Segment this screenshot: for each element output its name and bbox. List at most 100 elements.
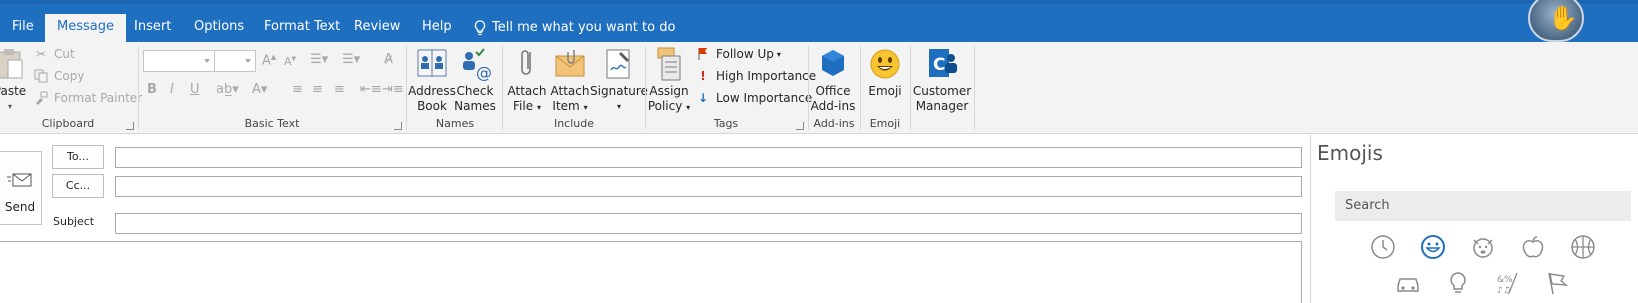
tab-insert[interactable]: Insert [122, 14, 183, 42]
copy-icon [32, 68, 50, 84]
ribbon: Paste ▾ ✂ Cut Copy Format Painter Clipbo… [0, 42, 1638, 134]
align-center-icon[interactable]: ≡ [312, 82, 323, 97]
food-icon[interactable] [1519, 233, 1547, 261]
cc-button[interactable]: Cc... [52, 174, 104, 198]
flag-icon [694, 46, 712, 62]
shrink-font-icon[interactable]: A▼ [284, 55, 296, 68]
increase-indent-icon[interactable]: ⇥≡ [382, 82, 404, 97]
tab-message[interactable]: Message [45, 14, 126, 42]
tags-dialog-launcher[interactable] [796, 122, 804, 130]
avatar[interactable]: ✋ [1528, 0, 1584, 42]
font-color-icon[interactable]: A▾ [252, 82, 267, 97]
group-separator [138, 46, 139, 130]
tab-options[interactable]: Options [182, 14, 256, 42]
car-icon[interactable] [1394, 269, 1422, 297]
high-importance-label: High Importance [716, 69, 817, 83]
attach-item-label-1: Attach [550, 84, 590, 98]
paste-label: Paste [0, 84, 27, 98]
cc-field[interactable] [115, 176, 1302, 197]
numbering-icon[interactable]: ☰▾ [342, 52, 360, 67]
low-importance-button[interactable]: ↓ Low Importance [694, 88, 812, 108]
hand-icon: ✋ [1548, 4, 1578, 32]
lightbulb-icon[interactable] [1444, 269, 1472, 297]
policy-icon [657, 47, 681, 81]
chevron-down-icon [245, 59, 251, 63]
check-names-button[interactable]: @ Check Names [452, 46, 498, 116]
copy-button[interactable]: Copy [32, 66, 84, 86]
customer-manager-icon: C [929, 49, 957, 77]
bold-icon[interactable]: B [147, 82, 157, 97]
chevron-down-icon: ▾ [776, 49, 781, 59]
decrease-indent-icon[interactable]: ⇤≡ [360, 82, 382, 97]
group-label-include: Include [553, 117, 595, 130]
svg-text:&%: &% [1497, 275, 1513, 285]
recent-icon[interactable] [1369, 233, 1397, 261]
highlight-icon[interactable]: ab̲▾ [216, 82, 239, 97]
clipboard-dialog-launcher[interactable] [126, 122, 134, 130]
flags-icon[interactable] [1544, 269, 1572, 297]
align-right-icon[interactable]: ≡ [334, 82, 345, 97]
to-button[interactable]: To... [52, 145, 104, 169]
sports-icon[interactable] [1569, 233, 1597, 261]
assign-policy-button[interactable]: Assign Policy ▾ [646, 46, 692, 116]
address-book-label-1: Address [408, 84, 456, 98]
office-addins-button[interactable]: Office Add-ins [810, 46, 856, 116]
exclamation-icon: ! [700, 69, 706, 83]
bullets-icon[interactable]: ☰▾ [310, 52, 328, 67]
format-painter-button[interactable]: Format Painter [32, 88, 142, 108]
address-book-label-2: Book [417, 99, 447, 113]
attach-item-label-2: Item ▾ [548, 99, 592, 115]
tab-help[interactable]: Help [410, 14, 464, 42]
cut-button[interactable]: ✂ Cut [32, 44, 75, 64]
follow-up-label: Follow Up [716, 47, 774, 61]
emoji-search-input[interactable]: Search [1335, 191, 1631, 221]
animal-icon[interactable] [1469, 233, 1497, 261]
send-button[interactable]: Send [0, 151, 42, 225]
basic-text-dialog-launcher[interactable] [394, 122, 402, 130]
align-left-icon[interactable]: ≡ [292, 82, 303, 97]
underline-icon[interactable]: U [190, 82, 200, 97]
emoji-button[interactable]: Emoji [862, 46, 908, 116]
message-body[interactable] [0, 241, 1302, 303]
assign-policy-label-2: Policy ▾ [646, 99, 692, 115]
tab-review[interactable]: Review [342, 14, 412, 42]
group-label-addins: Add-ins [813, 117, 855, 130]
symbols-icon[interactable]: &% ♪♫ [1494, 269, 1522, 297]
emoji-pane-title: Emojis [1317, 141, 1383, 165]
font-size-combo[interactable] [214, 50, 256, 72]
high-importance-button[interactable]: ! High Importance [694, 66, 816, 86]
group-separator [910, 46, 911, 130]
group-separator [406, 46, 407, 130]
smiley-icon[interactable] [1419, 233, 1447, 261]
group-label-clipboard: Clipboard [41, 117, 95, 130]
paste-button[interactable]: Paste ▾ [0, 46, 32, 116]
attach-item-label-2-text: Item [552, 99, 580, 113]
check-names-label-2: Names [454, 99, 496, 113]
signature-button[interactable]: Signature ▾ [590, 46, 648, 116]
smiley-icon [870, 49, 900, 79]
attach-file-button[interactable]: Attach File ▾ [505, 46, 549, 116]
address-book-button[interactable]: Address Book [408, 46, 456, 116]
follow-up-button[interactable]: Follow Up ▾ [694, 44, 781, 64]
address-book-icon [417, 49, 447, 77]
tab-format-text[interactable]: Format Text [252, 14, 352, 42]
cut-label: Cut [54, 47, 75, 61]
grow-font-icon[interactable]: A▲ [262, 53, 276, 68]
svg-text:@: @ [476, 63, 492, 82]
subject-field[interactable] [115, 213, 1302, 234]
italic-icon[interactable]: I [170, 82, 174, 97]
tab-file[interactable]: File [0, 14, 46, 42]
tell-me-search[interactable]: Tell me what you want to do [474, 14, 675, 42]
attach-item-button[interactable]: Attach Item ▾ [548, 46, 592, 116]
signature-label: Signature [590, 84, 648, 98]
clear-formatting-icon[interactable]: A̷ [384, 52, 393, 67]
to-field[interactable] [115, 147, 1302, 168]
font-name-combo[interactable] [143, 50, 215, 72]
emoji-button-label: Emoji [868, 84, 902, 98]
outlook-compose-window: File Message Insert Options Format Text … [0, 0, 1638, 303]
envelope-icon [555, 50, 585, 77]
group-separator [974, 46, 975, 130]
compose-area: Send To... Cc... Subject [0, 135, 1308, 303]
check-names-label-1: Check [456, 84, 494, 98]
customer-manager-button[interactable]: C Customer Manager [912, 46, 972, 116]
